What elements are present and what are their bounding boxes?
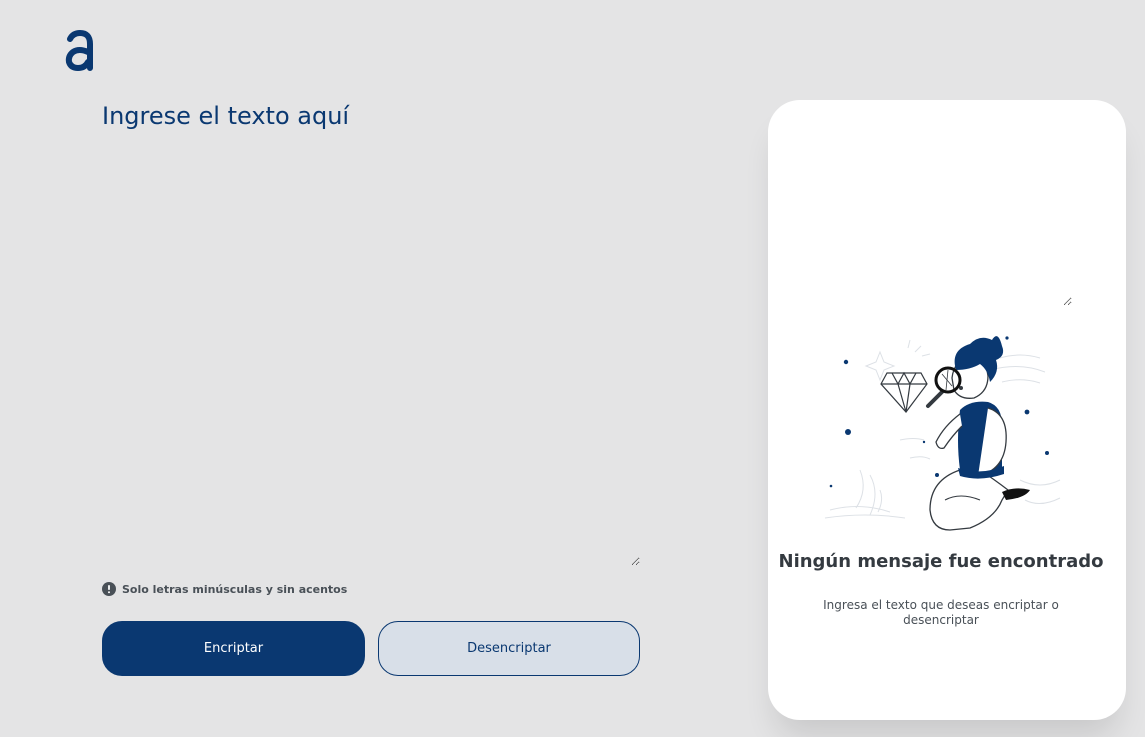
alura-logo-icon: [65, 30, 93, 72]
input-hint: Solo letras minúsculas y sin acentos: [102, 581, 347, 597]
output-textarea[interactable]: [804, 118, 1072, 306]
encrypt-button[interactable]: Encriptar: [102, 621, 365, 676]
page: Solo letras minúsculas y sin acentos Enc…: [0, 0, 1145, 737]
decrypt-button[interactable]: Desencriptar: [378, 621, 640, 676]
output-panel: Ningún mensaje fue encontrado Ingresa el…: [768, 100, 1126, 720]
exclamation-circle-icon: [102, 582, 116, 596]
message-input[interactable]: [102, 96, 640, 566]
empty-state-title: Ningún mensaje fue encontrado: [778, 551, 1104, 572]
input-hint-text: Solo letras minúsculas y sin acentos: [122, 582, 348, 596]
empty-state-subtitle: Ingresa el texto que deseas encriptar o …: [823, 598, 1059, 627]
person-with-magnifying-glass-illustration: [824, 336, 1061, 531]
